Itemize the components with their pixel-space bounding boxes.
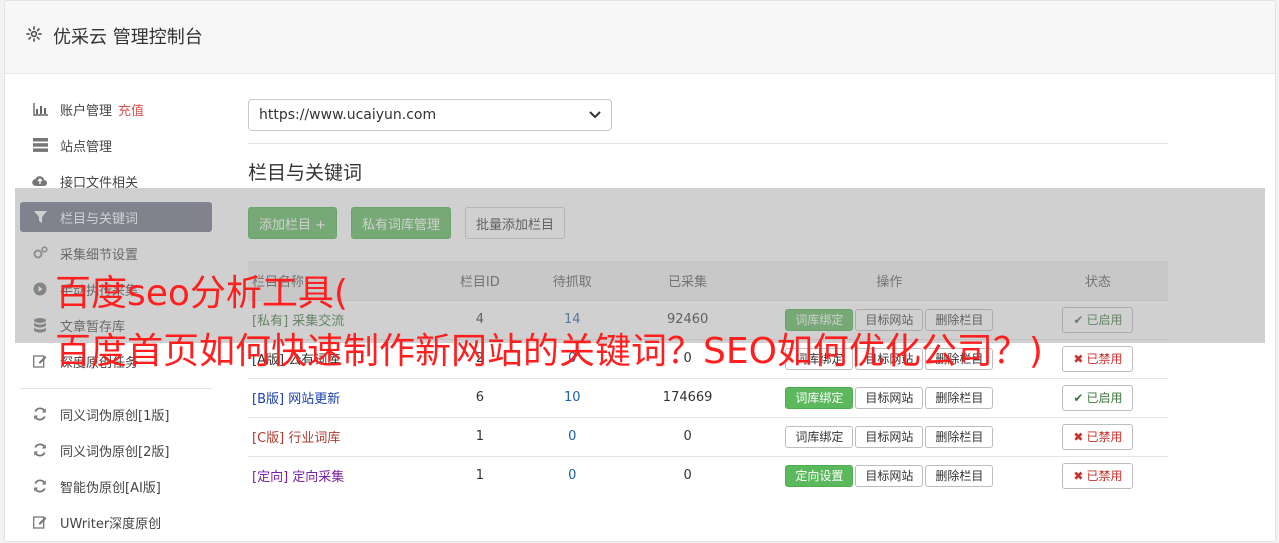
target-site-button[interactable]: 目标网站	[855, 464, 924, 487]
column-tag: [B版]	[252, 392, 285, 407]
actions-cell: 词库绑定 目标网站 删除栏目	[751, 378, 1028, 417]
lexicon-bind-button[interactable]: 词库绑定	[785, 386, 854, 409]
sidebar-item-account[interactable]: 账户管理 充值	[20, 94, 212, 124]
page-title: 优采云 管理控制台	[25, 23, 203, 49]
status-toggle[interactable]: ✔ 已启用	[1062, 384, 1134, 411]
delete-column-button[interactable]: 删除栏目	[925, 464, 994, 487]
refresh-icon	[32, 406, 48, 422]
column-name-cell: [C版] 行业词库	[248, 417, 440, 456]
table-row: [定向] 定向采集 1 0 0 定向设置 目标网站 删除栏目 ✖ 已禁用	[248, 456, 1168, 495]
column-name-link[interactable]: 行业词库	[288, 431, 340, 446]
check-icon: ✔	[1073, 390, 1084, 405]
column-tag: [定向]	[252, 470, 289, 486]
column-id: 1	[475, 429, 484, 444]
actions-cell: 词库绑定 目标网站 删除栏目	[751, 417, 1028, 456]
sidebar-item-uwriter[interactable]: UWriter深度原创	[20, 507, 212, 537]
delete-column-button[interactable]: 删除栏目	[925, 386, 994, 409]
cross-icon: ✖	[1073, 468, 1084, 483]
status-cell: ✖ 已禁用	[1028, 456, 1168, 495]
overlay-line-2: 百度首页如何快速制作新网站的关键词？SEO如何优化公司？)	[55, 331, 1043, 372]
overlay-headline: 百度seo分析工具( 百度首页如何快速制作新网站的关键词？SEO如何优化公司？)	[55, 265, 1279, 381]
table-row: [C版] 行业词库 1 0 0 词库绑定 目标网站 删除栏目 ✖ 已禁用	[248, 417, 1168, 456]
status-label: 已禁用	[1086, 430, 1123, 444]
column-name-link[interactable]: 定向采集	[292, 470, 344, 485]
pending-count[interactable]: 0	[520, 456, 624, 495]
status-toggle[interactable]: ✖ 已禁用	[1062, 462, 1134, 489]
refresh-icon	[32, 478, 48, 494]
server-icon	[32, 137, 48, 153]
target-site-button[interactable]: 目标网站	[855, 425, 924, 448]
sidebar-item-label: UWriter深度原创	[60, 516, 162, 532]
column-name-cell: [B版] 网站更新	[248, 378, 440, 417]
sidebar-item-label: 账户管理	[60, 103, 113, 119]
collected-count: 0	[683, 429, 692, 444]
overlay-line-1: 百度seo分析工具(	[55, 273, 348, 314]
pending-count[interactable]: 0	[520, 417, 624, 456]
column-name-cell: [定向] 定向采集	[248, 456, 440, 495]
sidebar-item-label: 同义词伪原创[2版]	[60, 444, 170, 460]
collected-count: 0	[683, 468, 692, 484]
pending-count[interactable]: 10	[520, 378, 624, 417]
delete-column-button[interactable]: 删除栏目	[925, 425, 994, 448]
target-site-button[interactable]: 目标网站	[855, 386, 924, 409]
section-title: 栏目与关键词	[248, 162, 363, 184]
sidebar-item-synonym-v1[interactable]: 同义词伪原创[1版]	[20, 399, 212, 429]
recharge-link[interactable]: 充值	[118, 100, 144, 119]
sidebar-item-ai-rewrite[interactable]: 智能伪原创[AI版]	[20, 471, 212, 501]
bar-chart-icon	[32, 101, 48, 117]
edit-icon	[32, 353, 48, 369]
sidebar-item-label: 智能伪原创[AI版]	[60, 480, 161, 496]
collected-count: 174669	[662, 390, 713, 405]
gear-icon	[25, 25, 53, 48]
column-name-link[interactable]: 网站更新	[288, 392, 340, 407]
status-cell: ✔ 已启用	[1028, 378, 1168, 417]
status-label: 已启用	[1086, 391, 1123, 405]
divider	[248, 143, 1168, 144]
status-toggle[interactable]: ✖ 已禁用	[1062, 423, 1134, 450]
sidebar-item-synonym-v2[interactable]: 同义词伪原创[2版]	[20, 435, 212, 465]
cross-icon: ✖	[1073, 429, 1084, 444]
chevron-down-icon	[589, 107, 601, 123]
actions-cell: 定向设置 目标网站 删除栏目	[751, 456, 1028, 495]
sidebar-item-label: 站点管理	[60, 139, 113, 155]
edit-icon	[32, 514, 48, 530]
sidebar-divider	[20, 388, 212, 389]
lexicon-bind-button[interactable]: 定向设置	[785, 464, 854, 487]
refresh-icon	[32, 442, 48, 458]
site-select[interactable]: https://www.ucaiyun.com	[248, 99, 612, 131]
column-id: 6	[475, 390, 484, 405]
column-id: 1	[475, 468, 484, 484]
panel-header: 优采云 管理控制台	[5, 1, 1275, 74]
lexicon-bind-button[interactable]: 词库绑定	[785, 425, 854, 448]
sidebar-item-label: 同义词伪原创[1版]	[60, 408, 170, 424]
status-cell: ✖ 已禁用	[1028, 417, 1168, 456]
cloud-upload-icon	[32, 173, 48, 189]
status-label: 已禁用	[1086, 469, 1123, 484]
column-tag: [C版]	[252, 431, 285, 446]
sidebar-item-sites[interactable]: 站点管理	[20, 130, 212, 160]
table-row: [B版] 网站更新 6 10 174669 词库绑定 目标网站 删除栏目 ✔ 已启用	[248, 378, 1168, 417]
